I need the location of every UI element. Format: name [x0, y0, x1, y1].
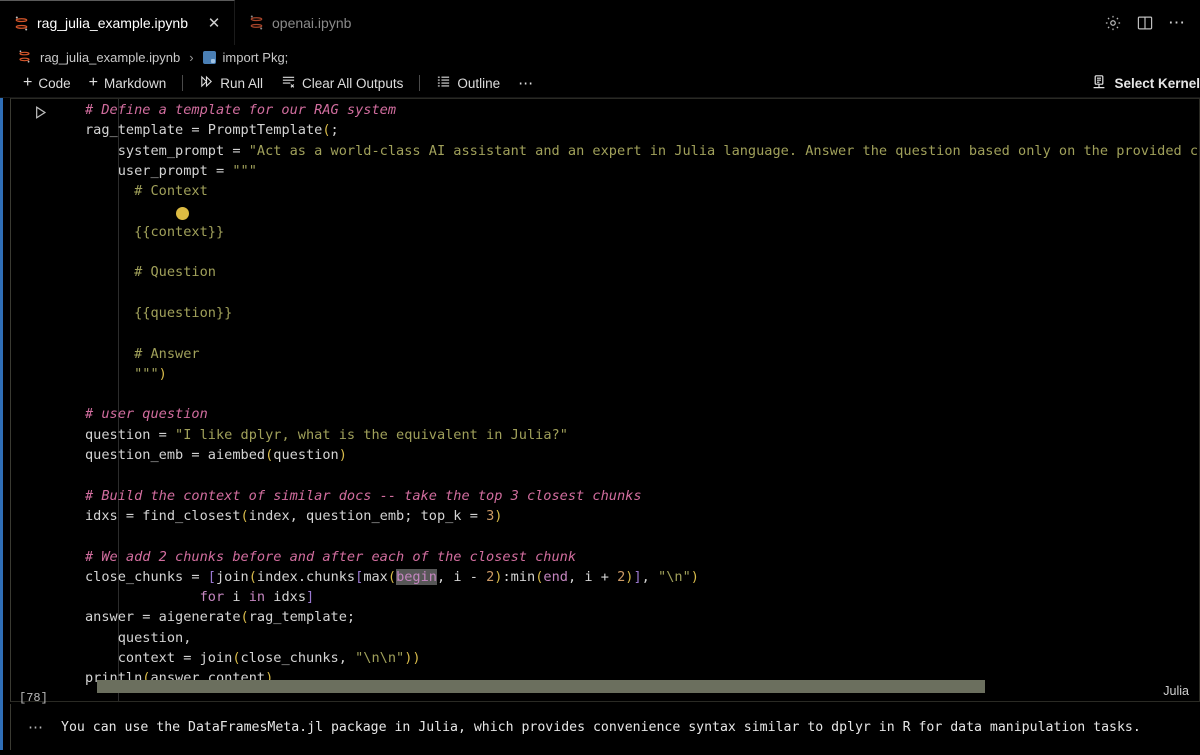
code-line: # user question	[85, 406, 208, 423]
run-all-label: Run All	[220, 75, 264, 91]
outline-label: Outline	[457, 75, 501, 91]
cell-focus-indicator	[0, 98, 3, 702]
breadcrumb-cell[interactable]: import Pkg;	[223, 50, 289, 65]
tab-rag-julia-example[interactable]: rag_julia_example.ipynb ✕	[0, 0, 235, 45]
output-more-actions-icon[interactable]: ⋯	[11, 718, 61, 736]
more-icon: ⋯	[518, 75, 535, 92]
cursor-marker-icon	[176, 207, 189, 220]
cell-gutter: [78]	[11, 99, 83, 705]
toolbar-divider	[419, 75, 421, 91]
code-cell[interactable]: [78] # Define a template for our RAG sys…	[0, 98, 1200, 705]
code-line: question,	[85, 629, 192, 646]
outline-button[interactable]: Outline	[427, 72, 509, 95]
add-markdown-cell-button[interactable]: + Markdown	[80, 72, 176, 95]
editor-tab-bar: rag_julia_example.ipynb ✕ openai.ipynb ✕	[0, 0, 1200, 45]
code-line: # Define a template for our RAG system	[85, 102, 396, 118]
code-line: close_chunks = [join(index.chunks[max(be…	[85, 568, 699, 585]
cell-language-label[interactable]: Julia	[1163, 684, 1189, 698]
select-kernel-label: Select Kernel	[1114, 75, 1200, 91]
code-line: context = join(close_chunks, "\n\n"))	[85, 650, 421, 667]
add-code-cell-label: Code	[38, 75, 71, 91]
clear-all-outputs-label: Clear All Outputs	[302, 75, 404, 91]
code-line: answer = aigenerate(rag_template;	[85, 609, 356, 626]
code-line: system_prompt = "Act as a world-class AI…	[85, 142, 1199, 159]
toolbar-more-button[interactable]: ⋯	[509, 72, 543, 95]
more-actions-icon[interactable]: ⋯	[1168, 14, 1186, 31]
code-line: {{question}}	[85, 304, 233, 321]
code-line: idxs = find_closest(index, question_emb;…	[85, 507, 503, 524]
run-all-button[interactable]: Run All	[190, 72, 272, 95]
notebook-icon	[14, 15, 29, 31]
notebook-toolbar: + Code + Markdown Run All Clear All Outp…	[0, 69, 1200, 98]
code-cell-icon	[202, 50, 216, 64]
code-line: user_prompt = """	[85, 162, 257, 179]
plus-icon: +	[88, 74, 98, 91]
editor-actions: ⋯	[1104, 0, 1200, 45]
tab-label: openai.ipynb	[272, 14, 352, 31]
toolbar-divider	[182, 75, 184, 91]
notebook-icon	[18, 49, 33, 65]
run-cell-button[interactable]	[29, 101, 51, 123]
code-line: for i in idxs]	[199, 589, 315, 606]
run-all-icon	[199, 74, 214, 92]
code-line: # Answer	[85, 345, 200, 362]
code-line: # Context	[85, 183, 208, 200]
tab-openai[interactable]: openai.ipynb ✕	[235, 0, 397, 45]
scrollbar-thumb[interactable]	[97, 680, 985, 693]
notebook-icon	[249, 15, 264, 30]
code-line: # We add 2 chunks before and after each …	[85, 548, 577, 565]
kernel-icon	[1091, 74, 1107, 93]
cell-container: [78] # Define a template for our RAG sys…	[10, 98, 1200, 705]
breadcrumb: rag_julia_example.ipynb › import Pkg;	[0, 45, 1200, 69]
output-text: You can use the DataFramesMeta.jl packag…	[61, 719, 1141, 735]
clear-all-outputs-button[interactable]: Clear All Outputs	[272, 72, 412, 95]
kernel-picker[interactable]: Select Kernel	[1091, 74, 1200, 93]
clear-outputs-icon	[281, 74, 296, 92]
code-line: """)	[85, 365, 167, 382]
breadcrumb-file[interactable]: rag_julia_example.ipynb	[40, 50, 180, 65]
code-line: question = "I like dplyr, what is the eq…	[85, 426, 568, 443]
code-line: # Build the context of similar docs -- t…	[85, 487, 642, 504]
add-markdown-cell-label: Markdown	[103, 75, 167, 91]
code-line: # Question	[85, 264, 216, 281]
add-code-cell-button[interactable]: + Code	[14, 72, 80, 95]
code-content: # Define a template for our RAG system ra…	[85, 100, 1199, 689]
settings-gear-icon[interactable]	[1104, 14, 1122, 32]
tab-label: rag_julia_example.ipynb	[37, 15, 188, 31]
code-line: {{context}}	[85, 223, 225, 240]
split-editor-icon[interactable]	[1136, 14, 1154, 32]
code-editor[interactable]: # Define a template for our RAG system ra…	[83, 99, 1199, 701]
cell-output: ⋯ You can use the DataFramesMeta.jl pack…	[0, 702, 1200, 752]
plus-icon: +	[23, 74, 33, 91]
code-line: rag_template = PromptTemplate(;	[85, 122, 339, 139]
code-line: question_emb = aiembed(question)	[85, 447, 347, 464]
output-container: ⋯ You can use the DataFramesMeta.jl pack…	[10, 704, 1200, 750]
outline-icon	[436, 74, 451, 92]
horizontal-scrollbar[interactable]	[85, 680, 1191, 693]
tab-close-icon[interactable]: ✕	[206, 16, 222, 31]
breadcrumb-separator-icon: ›	[189, 49, 194, 65]
output-focus-indicator	[0, 702, 3, 750]
